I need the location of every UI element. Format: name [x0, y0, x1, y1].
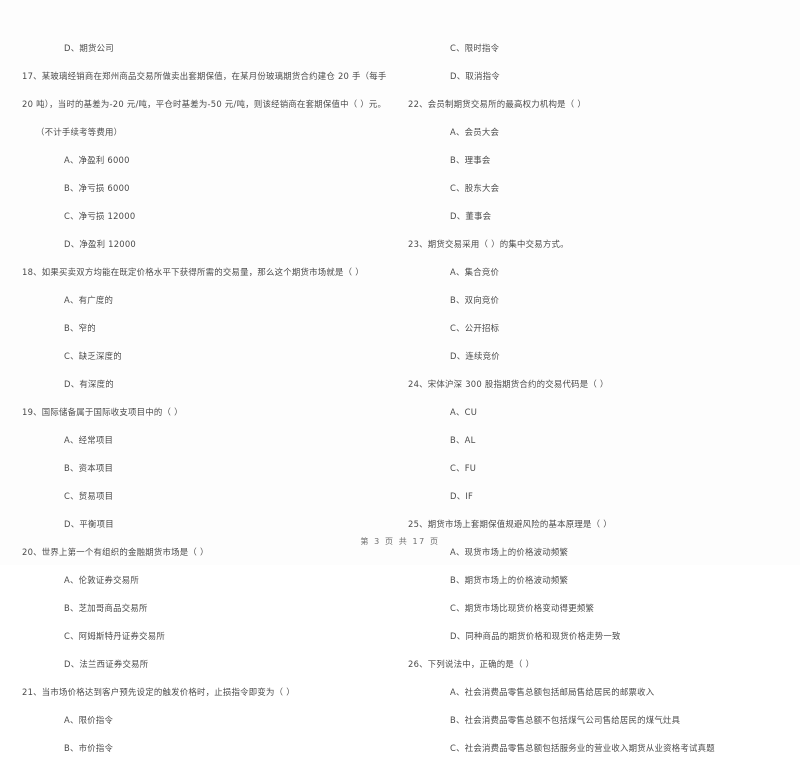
- option-line: D、期货公司: [64, 43, 114, 53]
- option-line: A、社会消费品零售总额包括邮局售给居民的邮票收入: [450, 687, 655, 697]
- option-line: B、净亏损 6000: [64, 183, 130, 193]
- question-line-continued: （不计手续考等费用）: [36, 127, 123, 137]
- option-line: B、窄的: [64, 323, 96, 333]
- option-line: A、有广度的: [64, 295, 114, 305]
- right-column: C、限时指令 D、取消指令 22、会员制期货交易所的最高权力机构是（ ） A、会员大会…: [408, 34, 768, 762]
- option-line: A、会员大会: [450, 127, 500, 137]
- question-line: 26、下列说法中，正确的是（ ）: [408, 659, 535, 669]
- option-line: C、公开招标: [450, 323, 500, 333]
- page-footer: 第 3 页 共 17 页: [360, 537, 440, 546]
- question-line-continued: 20 吨），当时的基差为-20 元/吨，平仓时基差为-50 元/吨，则该经销商在…: [22, 99, 387, 109]
- question-line: 19、国际储备属于国际收支项目中的（ ）: [22, 407, 183, 417]
- option-line: A、CU: [450, 407, 478, 417]
- question-line: 22、会员制期货交易所的最高权力机构是（ ）: [408, 99, 586, 109]
- option-line: C、FU: [450, 463, 477, 473]
- option-line: D、董事会: [450, 211, 492, 221]
- option-line: D、IF: [450, 491, 474, 501]
- option-line: A、经常项目: [64, 435, 114, 445]
- question-line: 17、某玻璃经销商在郑州商品交易所做卖出套期保值，在某月份玻璃期货合约建仓 20…: [22, 71, 387, 81]
- option-line: A、伦敦证券交易所: [64, 575, 139, 585]
- option-line: B、资本项目: [64, 463, 114, 473]
- option-line: B、双向竞价: [450, 295, 500, 305]
- option-line: A、集合竞价: [450, 267, 500, 277]
- question-line: 23、期货交易采用（ ）的集中交易方式。: [408, 239, 569, 249]
- question-line: 24、宋体沪深 300 股指期货合约的交易代码是（ ）: [408, 379, 609, 389]
- question-line: 21、当市场价格达到客户预先设定的触发价格时，止损指令即变为（ ）: [22, 687, 295, 697]
- option-line: A、限价指令: [64, 715, 114, 725]
- option-line: C、社会消费品零售总额包括服务业的营业收入期货从业资格考试真题: [450, 743, 715, 753]
- option-line: C、股东大会: [450, 183, 500, 193]
- option-line: C、缺乏深度的: [64, 351, 122, 361]
- question-columns: D、期货公司 17、某玻璃经销商在郑州商品交易所做卖出套期保值，在某月份玻璃期货合…: [0, 34, 800, 753]
- question-line: 25、期货市场上套期保值规避风险的基本原理是（ ）: [408, 519, 612, 529]
- option-line: B、期货市场上的价格波动频繁: [450, 575, 569, 585]
- option-line: C、净亏损 12000: [64, 211, 136, 221]
- option-line: B、AL: [450, 435, 476, 445]
- option-line: D、连续竞价: [450, 351, 500, 361]
- option-line: B、社会消费品零售总额不包括煤气公司售给居民的煤气灶具: [450, 715, 681, 725]
- option-line: D、有深度的: [64, 379, 114, 389]
- option-line: D、同种商品的期货价格和现货价格走势一致: [450, 631, 621, 641]
- option-line: C、限时指令: [450, 43, 500, 53]
- option-line: B、芝加哥商品交易所: [64, 603, 148, 613]
- exam-sheet: D、期货公司 17、某玻璃经销商在郑州商品交易所做卖出套期保值，在某月份玻璃期货合…: [0, 0, 800, 753]
- option-line: C、阿姆斯特丹证券交易所: [64, 631, 165, 641]
- option-line: B、理事会: [450, 155, 491, 165]
- option-line: D、平衡项目: [64, 519, 114, 529]
- option-line: D、取消指令: [450, 71, 500, 81]
- question-line: 18、如果买卖双方均能在既定价格水平下获得所需的交易量，那么这个期货市场就是（ …: [22, 267, 364, 277]
- option-line: D、法兰西证券交易所: [64, 659, 149, 669]
- option-line: D、净盈利 12000: [64, 239, 137, 249]
- option-line: C、贸易项目: [64, 491, 114, 501]
- option-line: B、市价指令: [64, 743, 114, 753]
- option-line: C、期货市场比现货价格变动得更频繁: [450, 603, 595, 613]
- left-column: D、期货公司 17、某玻璃经销商在郑州商品交易所做卖出套期保值，在某月份玻璃期货合…: [22, 34, 387, 762]
- option-line: A、净盈利 6000: [64, 155, 130, 165]
